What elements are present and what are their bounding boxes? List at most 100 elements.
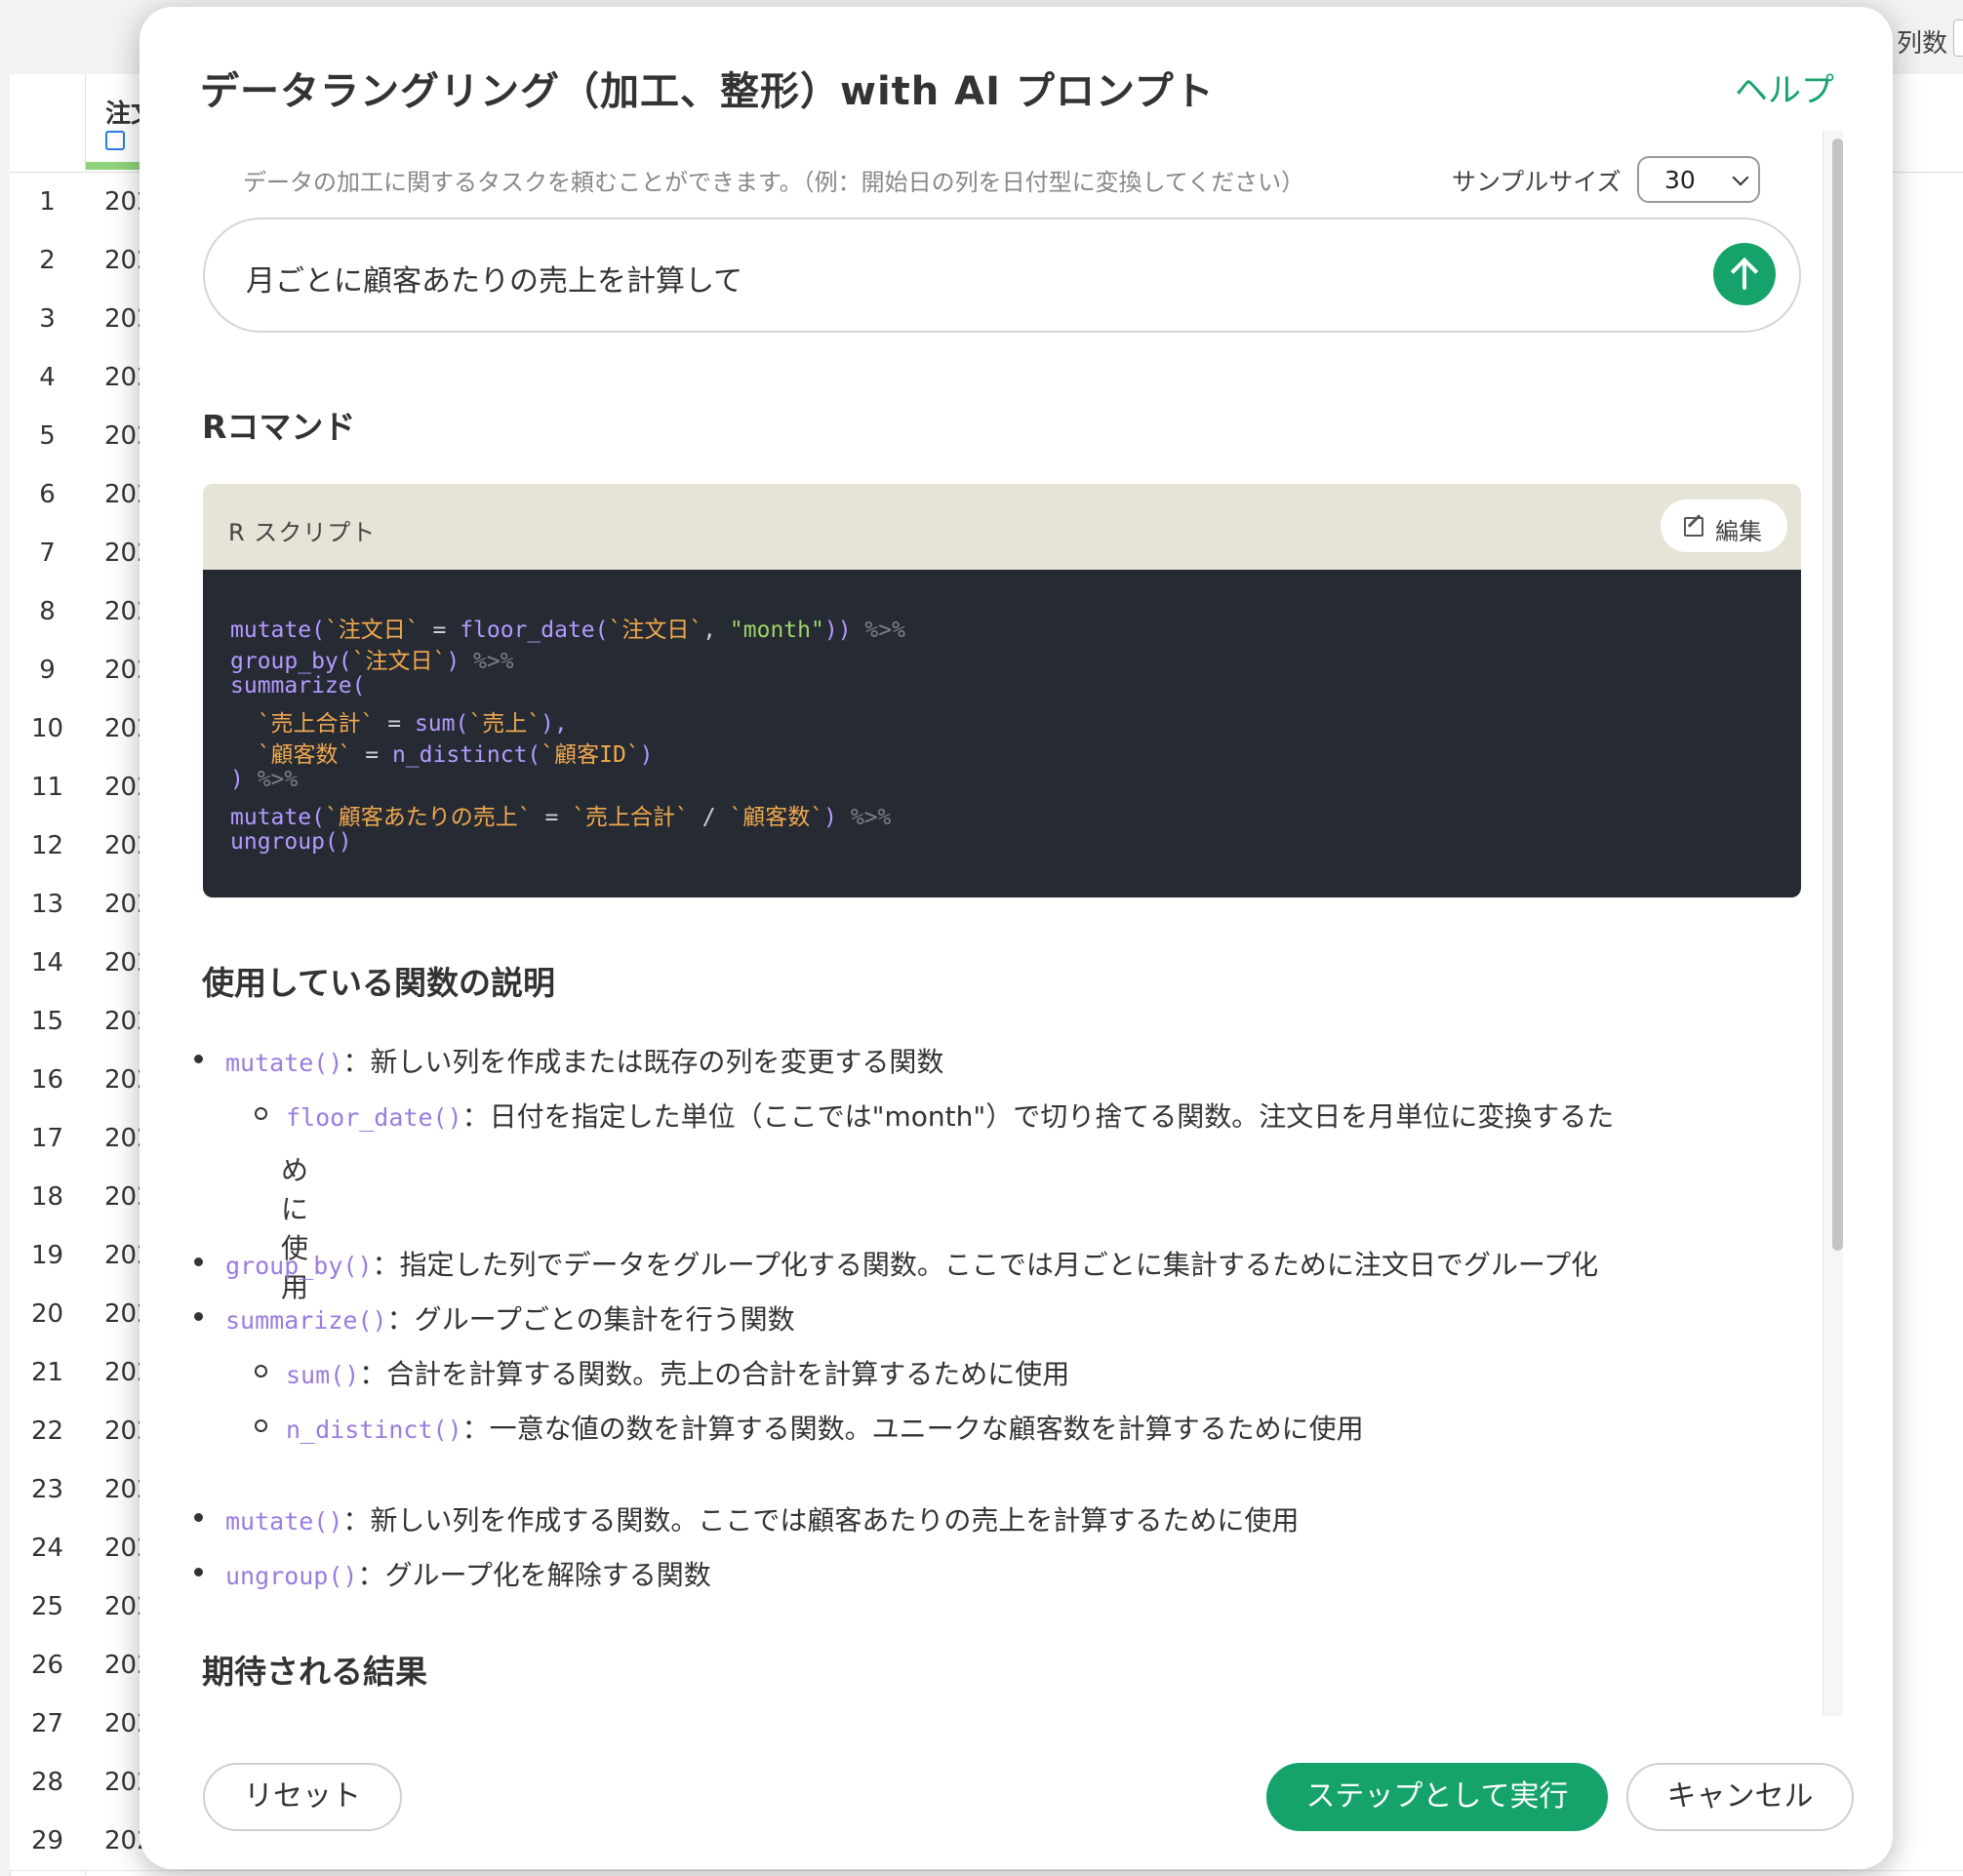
code-token: ): [446, 649, 461, 674]
code-line: group_by(`注文日`) %>%: [230, 642, 514, 675]
function-description: ：指定した列でデータをグループ化する関数。ここでは月ごとに集計するために注文日で…: [372, 1249, 1599, 1281]
expected-result-heading: 期待される結果: [202, 1653, 427, 1691]
code-token: =: [419, 618, 461, 643]
function-item: sum()：合計を計算する関数。売上の合計を計算するために使用: [255, 1353, 1070, 1392]
code-token: `注文日`: [324, 618, 420, 643]
code-token: `顧客数`: [257, 742, 352, 768]
code-token: )): [823, 618, 852, 643]
row-number: 6: [39, 480, 56, 509]
calendar-icon: [105, 131, 125, 150]
row-number: 16: [30, 1065, 64, 1095]
function-description: ：合計を計算する関数。売上の合計を計算するために使用: [359, 1358, 1070, 1390]
code-token: `売上合計`: [572, 805, 689, 830]
function-description: ：新しい列を作成または既存の列を変更する関数: [342, 1046, 944, 1078]
circle-bullet-icon: [255, 1365, 267, 1377]
code-token: `売上`: [468, 711, 541, 737]
row-number: 29: [30, 1826, 64, 1856]
row-number: 24: [30, 1534, 64, 1563]
run-as-step-button[interactable]: ステップとして実行: [1266, 1763, 1608, 1831]
code-token: /: [688, 805, 730, 830]
code-token: =: [351, 742, 392, 768]
function-item: floor_date()：日付を指定した単位（ここでは"month"）で切り捨て…: [255, 1096, 1615, 1135]
row-number: 27: [30, 1709, 64, 1738]
function-name: mutate(): [225, 1049, 343, 1077]
sample-size-select[interactable]: 30: [1637, 156, 1760, 203]
help-link[interactable]: ヘルプ: [1735, 63, 1834, 111]
function-name: sum(): [286, 1361, 360, 1389]
dot-bullet-icon: [194, 1257, 203, 1266]
code-token: summarize(: [230, 673, 366, 699]
code-token: "month": [729, 618, 824, 643]
function-description: ：日付を指定した単位（ここでは"month"）で切り捨てる関数。注文日を月単位に…: [461, 1100, 1615, 1133]
code-token: =: [374, 711, 415, 737]
dialog-title: データラングリング（加工、整形）with AI プロンプト: [200, 69, 1215, 114]
row-number: 4: [39, 363, 56, 392]
sample-size-value: 30: [1664, 166, 1696, 194]
row-number: 13: [30, 890, 64, 919]
row-number: 26: [30, 1651, 64, 1680]
code-line: mutate(`注文日` = floor_date(`注文日`, "month"…: [230, 611, 905, 644]
function-name: ungroup(): [225, 1562, 358, 1590]
row-number: 1: [39, 187, 56, 217]
row-number: 23: [30, 1475, 64, 1504]
function-item: group_by()：指定した列でデータをグループ化する関数。ここでは月ごとに集…: [194, 1244, 1599, 1283]
code-token: n_distinct(: [391, 742, 541, 768]
code-token: group_by(: [230, 649, 352, 674]
code-line: ) %>%: [230, 767, 298, 792]
code-token: `売上合計`: [257, 711, 375, 737]
row-number: 8: [39, 597, 56, 626]
scrollbar-thumb[interactable]: [1832, 139, 1843, 1251]
edit-button[interactable]: 編集: [1661, 499, 1787, 552]
row-number: 12: [30, 831, 64, 860]
column-count-label: 列数: [1897, 29, 1948, 59]
code-token: `顧客ID`: [541, 742, 640, 768]
row-number: 11: [30, 773, 64, 802]
edit-label: 編集: [1715, 518, 1762, 545]
dot-bullet-icon: [194, 1513, 203, 1522]
row-number: 5: [39, 421, 56, 451]
code-token: =: [531, 805, 573, 830]
row-number: 15: [30, 1007, 64, 1036]
row-number: 2: [39, 246, 56, 275]
function-description: ：新しい列を作成する関数。ここでは顧客あたりの売上を計算するために使用: [342, 1504, 1300, 1537]
row-number: 3: [39, 304, 56, 334]
code-token: %>%: [837, 805, 892, 830]
row-number: 19: [30, 1241, 64, 1270]
ai-prompt-dialog: データラングリング（加工、整形）with AI プロンプト ヘルプ データの加工…: [140, 7, 1893, 1869]
code-token: ): [639, 742, 654, 768]
code-line: `顧客数` = n_distinct(`顧客ID`): [230, 736, 654, 769]
dot-bullet-icon: [194, 1312, 203, 1321]
function-item: summarize()：グループごとの集計を行う関数: [194, 1298, 795, 1337]
send-button[interactable]: [1713, 243, 1776, 305]
code-token: %>%: [243, 767, 299, 792]
column-quality-bar: [86, 162, 144, 170]
code-token: `注文日`: [351, 649, 447, 674]
row-number: 28: [30, 1768, 64, 1797]
cancel-button[interactable]: キャンセル: [1626, 1763, 1854, 1831]
code-line: mutate(`顧客あたりの売上` = `売上合計` / `顧客数`) %>%: [230, 798, 891, 831]
arrow-up-icon-head: [1730, 257, 1759, 286]
code-token: %>%: [460, 649, 514, 674]
function-item: mutate()：新しい列を作成する関数。ここでは顧客あたりの売上を計算するため…: [194, 1499, 1300, 1538]
function-name: summarize(): [225, 1306, 387, 1335]
row-number: 14: [30, 948, 64, 978]
column-count-input[interactable]: [1953, 20, 1963, 57]
reset-button[interactable]: リセット: [203, 1763, 402, 1831]
code-token: ,: [702, 618, 730, 643]
function-item: mutate()：新しい列を作成または既存の列を変更する関数: [194, 1041, 944, 1080]
r-script-code[interactable]: mutate(`注文日` = floor_date(`注文日`, "month"…: [203, 570, 1801, 898]
code-token: sum(: [414, 711, 469, 737]
row-number: 20: [30, 1299, 64, 1329]
function-name: n_distinct(): [286, 1416, 462, 1444]
code-token: `顧客数`: [729, 805, 824, 830]
row-number: 9: [39, 656, 56, 685]
function-description: ：グループごとの集計を行う関数: [386, 1303, 795, 1336]
code-token: floor_date(: [460, 618, 609, 643]
prompt-input[interactable]: 月ごとに顧客あたりの売上を計算して: [203, 218, 1801, 333]
code-token: ungroup(): [230, 829, 352, 855]
prompt-hint: データの加工に関するタスクを頼むことができます。（例：開始日の列を日付型に変換し…: [243, 169, 1305, 196]
function-item: n_distinct()：一意な値の数を計算する関数。ユニークな顧客数を計算する…: [255, 1408, 1364, 1447]
circle-bullet-icon: [255, 1107, 267, 1120]
